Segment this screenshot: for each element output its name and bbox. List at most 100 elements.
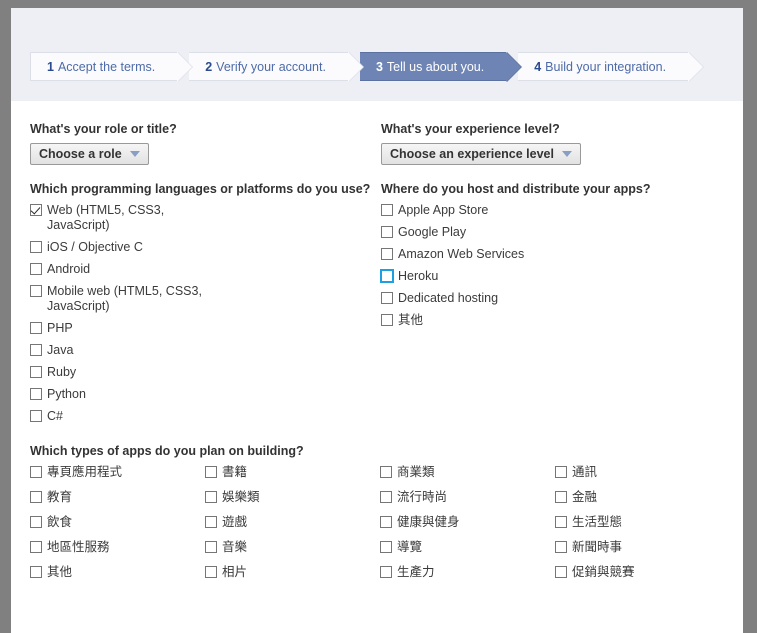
app-type-option-2-3[interactable]: 導覽 bbox=[380, 540, 555, 555]
checkbox-icon[interactable] bbox=[30, 241, 42, 253]
checkbox-icon[interactable] bbox=[30, 322, 42, 334]
checkbox-icon[interactable] bbox=[555, 566, 567, 578]
checkbox-icon[interactable] bbox=[380, 466, 392, 478]
app-type-option-3-0[interactable]: 通訊 bbox=[555, 465, 635, 480]
checkbox-icon[interactable] bbox=[30, 410, 42, 422]
checkbox-icon[interactable] bbox=[30, 466, 42, 478]
checkbox-icon[interactable] bbox=[205, 541, 217, 553]
checkbox-icon[interactable] bbox=[205, 566, 217, 578]
checkbox-icon[interactable] bbox=[30, 344, 42, 356]
chevron-down-icon bbox=[561, 151, 572, 157]
chevron-down-icon bbox=[129, 151, 140, 157]
hosting-option-4[interactable]: Dedicated hosting bbox=[381, 291, 601, 306]
breadcrumb-step-1[interactable]: 1 Accept the terms. bbox=[30, 52, 194, 82]
language-option-1[interactable]: iOS / Objective C bbox=[30, 240, 230, 255]
checkbox-icon[interactable] bbox=[30, 566, 42, 578]
role-select[interactable]: Choose a role bbox=[30, 143, 149, 165]
app-type-option-0-3[interactable]: 地區性服務 bbox=[30, 540, 205, 555]
checkbox-icon[interactable] bbox=[30, 516, 42, 528]
breadcrumb-step-4[interactable]: 4 Build your integration. bbox=[518, 52, 704, 82]
app-type-option-1-0[interactable]: 書籍 bbox=[205, 465, 380, 480]
experience-select-value: Choose an experience level bbox=[390, 147, 554, 161]
checkbox-icon[interactable] bbox=[381, 314, 393, 326]
app-type-option-2-4[interactable]: 生產力 bbox=[380, 565, 555, 580]
app-type-option-0-1-label: 教育 bbox=[47, 490, 73, 504]
app-types-column-0: 專頁應用程式 教育飲食地區性服務其他 bbox=[30, 465, 205, 590]
checkbox-icon[interactable] bbox=[30, 263, 42, 275]
checkbox-icon[interactable] bbox=[30, 285, 42, 297]
languages-question: Which programming languages or platforms… bbox=[30, 182, 371, 196]
experience-select[interactable]: Choose an experience level bbox=[381, 143, 581, 165]
app-type-option-1-1[interactable]: 娛樂類 bbox=[205, 490, 380, 505]
app-type-option-3-2[interactable]: 生活型態 bbox=[555, 515, 635, 530]
app-type-option-3-3-label: 新聞時事 bbox=[572, 540, 623, 554]
app-type-option-2-3-label: 導覽 bbox=[397, 540, 423, 554]
breadcrumb-step-3[interactable]: 3 Tell us about you. bbox=[359, 52, 523, 82]
checkbox-icon[interactable] bbox=[381, 248, 393, 260]
hosting-option-2-label: Amazon Web Services bbox=[398, 247, 525, 261]
checkbox-icon[interactable] bbox=[381, 270, 393, 282]
hosting-checkbox-group: Apple App Store Google Play Amazon Web Ser… bbox=[381, 203, 731, 328]
app-type-option-2-1[interactable]: 流行時尚 bbox=[380, 490, 555, 505]
checkbox-icon[interactable] bbox=[381, 204, 393, 216]
app-type-option-0-2-label: 飲食 bbox=[47, 515, 73, 529]
checkbox-icon[interactable] bbox=[205, 516, 217, 528]
language-option-0[interactable]: Web (HTML5, CSS3, JavaScript) bbox=[30, 203, 230, 233]
experience-question: What's your experience level? bbox=[381, 122, 560, 136]
hosting-option-2[interactable]: Amazon Web Services bbox=[381, 247, 601, 262]
language-option-6[interactable]: Ruby bbox=[30, 365, 230, 380]
app-type-option-0-2[interactable]: 飲食 bbox=[30, 515, 205, 530]
app-type-option-1-2[interactable]: 遊戲 bbox=[205, 515, 380, 530]
app-type-option-0-3-label: 地區性服務 bbox=[47, 540, 110, 554]
app-type-option-3-3[interactable]: 新聞時事 bbox=[555, 540, 635, 555]
role-question: What's your role or title? bbox=[30, 122, 177, 136]
app-types-column-3: 通訊金融生活型態新聞時事促銷與競賽 bbox=[555, 465, 635, 590]
checkbox-icon[interactable] bbox=[205, 491, 217, 503]
checkbox-icon[interactable] bbox=[30, 204, 42, 216]
checkbox-icon[interactable] bbox=[205, 466, 217, 478]
hosting-option-3[interactable]: Heroku bbox=[381, 269, 601, 284]
checkbox-icon[interactable] bbox=[555, 466, 567, 478]
app-type-option-0-0[interactable]: 專頁應用程式 bbox=[30, 465, 205, 480]
breadcrumb-step-label: Build your integration. bbox=[545, 59, 667, 74]
app-type-option-1-3[interactable]: 音樂 bbox=[205, 540, 380, 555]
checkbox-icon[interactable] bbox=[30, 388, 42, 400]
checkbox-icon[interactable] bbox=[555, 541, 567, 553]
app-type-option-0-4[interactable]: 其他 bbox=[30, 565, 205, 580]
checkbox-icon[interactable] bbox=[380, 541, 392, 553]
hosting-option-5-label: 其他 bbox=[398, 313, 424, 327]
language-option-2[interactable]: Android bbox=[30, 262, 230, 277]
checkbox-icon[interactable] bbox=[381, 292, 393, 304]
app-type-option-0-1[interactable]: 教育 bbox=[30, 490, 205, 505]
checkbox-icon[interactable] bbox=[380, 491, 392, 503]
hosting-option-1[interactable]: Google Play bbox=[381, 225, 601, 240]
checkbox-icon[interactable] bbox=[555, 491, 567, 503]
checkbox-icon[interactable] bbox=[30, 491, 42, 503]
checkbox-icon[interactable] bbox=[380, 566, 392, 578]
checkbox-icon[interactable] bbox=[380, 516, 392, 528]
app-types-column-1: 書籍娛樂類遊戲音樂相片 bbox=[205, 465, 380, 590]
role-section: What's your role or title? Choose a role bbox=[11, 121, 371, 165]
language-option-7[interactable]: Python bbox=[30, 387, 230, 402]
language-option-3[interactable]: Mobile web (HTML5, CSS3, JavaScript) bbox=[30, 284, 230, 314]
breadcrumb-step-number: 2 bbox=[205, 59, 213, 74]
app-type-option-3-1[interactable]: 金融 bbox=[555, 490, 635, 505]
app-types-column-2: 商業類流行時尚健康與健身導覽生產力 bbox=[380, 465, 555, 590]
language-option-5[interactable]: Java bbox=[30, 343, 230, 358]
breadcrumb-step-2[interactable]: 2 Verify your account. bbox=[189, 52, 364, 82]
hosting-option-0[interactable]: Apple App Store bbox=[381, 203, 601, 218]
app-type-option-0-0-label: 專頁應用程式 bbox=[47, 465, 123, 479]
checkbox-icon[interactable] bbox=[30, 366, 42, 378]
breadcrumb-step-number: 4 bbox=[534, 59, 542, 74]
checkbox-icon[interactable] bbox=[381, 226, 393, 238]
app-type-option-3-4[interactable]: 促銷與競賽 bbox=[555, 565, 635, 580]
checkbox-icon[interactable] bbox=[555, 516, 567, 528]
app-type-option-1-4[interactable]: 相片 bbox=[205, 565, 380, 580]
breadcrumb-step-number: 3 bbox=[375, 59, 383, 74]
language-option-8[interactable]: C# bbox=[30, 409, 230, 424]
app-type-option-2-2[interactable]: 健康與健身 bbox=[380, 515, 555, 530]
language-option-4[interactable]: PHP bbox=[30, 321, 230, 336]
app-type-option-2-0[interactable]: 商業類 bbox=[380, 465, 555, 480]
checkbox-icon[interactable] bbox=[30, 541, 42, 553]
hosting-option-5[interactable]: 其他 bbox=[381, 313, 601, 328]
